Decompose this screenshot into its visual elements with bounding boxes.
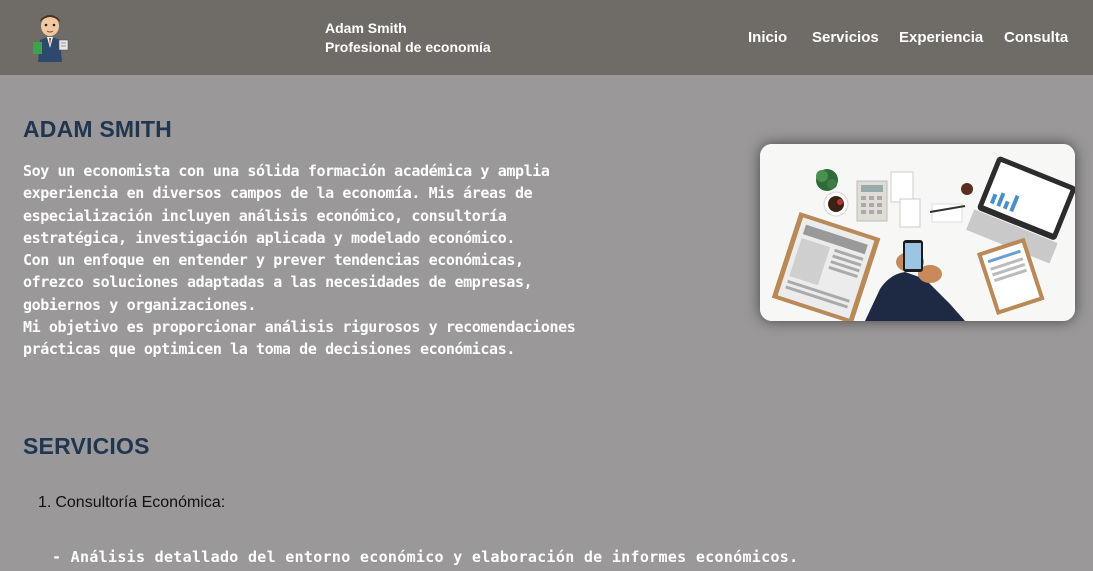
service-item-label: Consultoría Económica: [55,494,226,511]
top-navbar: Adam Smith Profesional de economía Inici… [0,0,1093,75]
services-title: SERVICIOS [23,433,150,459]
about-line: estratégica, investigación aplicada y mo… [23,228,515,247]
about-line: ofrezco soluciones adaptadas a las neces… [23,273,533,292]
about-line: Mi objetivo es proporcionar análisis rig… [23,318,576,337]
about-line: Con un enfoque en entender y prever tend… [23,251,524,270]
brand-block: Adam Smith Profesional de economía [325,19,491,57]
about-line: experiencia en diversos campos de la eco… [23,184,533,203]
about-line: Soy un economista con una sólida formaci… [23,162,550,180]
about-line: especialización incluyen análisis económ… [23,206,507,225]
economist-avatar-icon[interactable] [28,12,72,64]
about-line: prácticas que optimicen la toma de decis… [23,340,515,359]
service-item-detail: - Análisis detallado del entorno económi… [52,548,799,566]
about-title: ADAM SMITH [23,116,172,142]
service-item: 1. Consultoría Económica: [38,494,225,512]
brand-role: Profesional de economía [325,39,491,55]
nav-link-consulta[interactable]: Consulta [1004,29,1068,46]
service-item-number: 1. [38,494,52,511]
nav-link-inicio[interactable]: Inicio [748,29,787,46]
about-description: Soy un economista con una sólida formaci… [23,160,623,361]
business-desk-photo [760,144,1075,321]
about-line: gobiernos y organizaciones. [23,295,257,314]
brand-name: Adam Smith [325,20,407,36]
nav-link-experiencia[interactable]: Experiencia [899,29,983,46]
nav-link-servicios[interactable]: Servicios [812,29,879,46]
